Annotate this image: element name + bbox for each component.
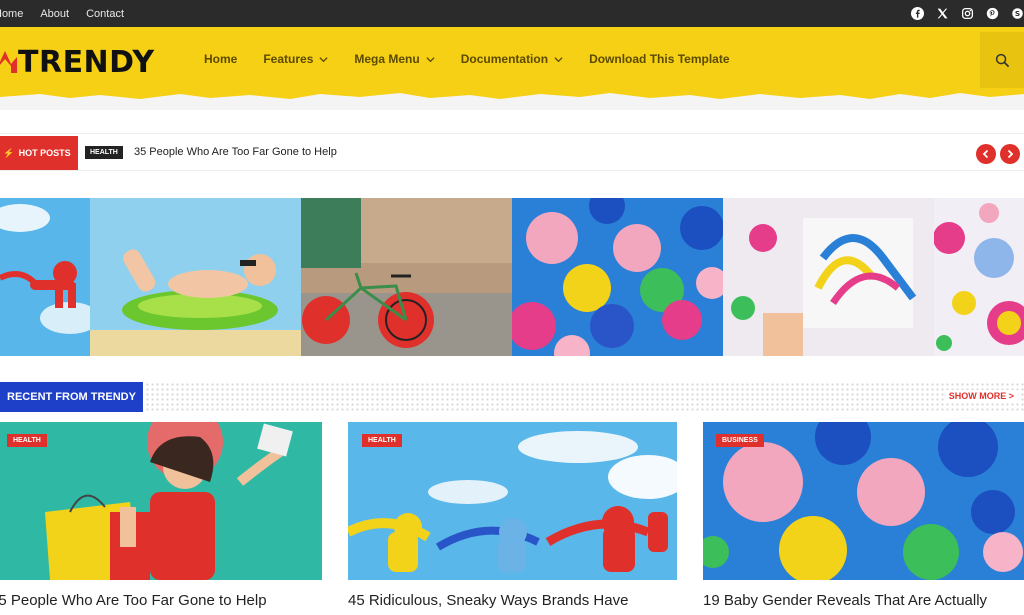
ticker-prev-button[interactable] bbox=[976, 144, 996, 164]
ticker-next-button[interactable] bbox=[1000, 144, 1020, 164]
section-divider-pattern bbox=[145, 382, 1024, 412]
nav-label: Features bbox=[263, 52, 314, 66]
card-category-badge[interactable]: HEALTH bbox=[7, 434, 47, 447]
card-category-badge[interactable]: HEALTH bbox=[362, 434, 402, 447]
card-category-badge[interactable]: BUSINESS bbox=[716, 434, 764, 447]
main-nav: Home Features Mega Menu Documentation Do… bbox=[204, 27, 756, 91]
chevron-right-icon bbox=[1007, 149, 1014, 159]
top-nav-about[interactable]: About bbox=[40, 8, 69, 20]
hot-posts-label: ⚡ HOT POSTS bbox=[0, 136, 78, 170]
ticker-category-badge[interactable]: HEALTH bbox=[85, 146, 123, 159]
slide-image-painting[interactable] bbox=[723, 198, 934, 356]
torn-edge-decoration bbox=[0, 88, 1024, 110]
skype-icon[interactable]: S bbox=[1010, 7, 1024, 21]
slide-image-umbrellas[interactable] bbox=[512, 198, 723, 356]
post-card-image[interactable] bbox=[0, 422, 322, 580]
chevron-down-icon bbox=[554, 56, 563, 62]
card-post-title[interactable]: 19 Baby Gender Reveals That Are Actually bbox=[703, 592, 987, 609]
slide-image-baby[interactable] bbox=[90, 198, 301, 356]
bolt-icon: ⚡ bbox=[3, 147, 15, 158]
instagram-icon[interactable] bbox=[960, 7, 974, 21]
slide-image-bicycle[interactable] bbox=[301, 198, 512, 356]
hot-posts-text: HOT POSTS bbox=[18, 148, 71, 158]
card-post-title[interactable]: 45 Ridiculous, Sneaky Ways Brands Have bbox=[348, 592, 628, 609]
top-nav-contact[interactable]: Contact bbox=[86, 8, 124, 20]
search-button[interactable] bbox=[980, 32, 1024, 88]
flame-logo-icon bbox=[0, 51, 17, 73]
nav-label: Download This Template bbox=[589, 52, 730, 66]
ticker-post-title[interactable]: 35 People Who Are Too Far Gone to Help bbox=[134, 146, 337, 158]
nav-item-documentation[interactable]: Documentation bbox=[461, 52, 563, 66]
pinterest-icon[interactable] bbox=[985, 7, 999, 21]
top-bar bbox=[0, 0, 1024, 27]
svg-text:S: S bbox=[1014, 9, 1019, 18]
nav-label: Home bbox=[204, 52, 238, 66]
nav-item-home[interactable]: Home bbox=[204, 52, 237, 66]
recent-section-title: RECENT FROM TRENDY bbox=[0, 382, 143, 412]
facebook-icon[interactable] bbox=[910, 7, 924, 21]
slide-image-monkeys[interactable] bbox=[0, 198, 90, 356]
x-icon[interactable] bbox=[935, 7, 949, 21]
search-icon bbox=[995, 53, 1009, 67]
nav-item-features[interactable]: Features bbox=[263, 52, 328, 66]
nav-label: Mega Menu bbox=[354, 52, 420, 66]
top-nav: Home About Contact bbox=[0, 0, 141, 27]
social-links: S bbox=[899, 0, 1024, 27]
logo-text: TRENDY bbox=[18, 44, 155, 80]
slide-image-party[interactable] bbox=[934, 198, 1024, 356]
nav-label: Documentation bbox=[460, 52, 549, 66]
chevron-down-icon bbox=[426, 56, 435, 62]
show-more-link[interactable]: SHOW MORE > bbox=[944, 390, 1018, 402]
nav-item-download-template[interactable]: Download This Template bbox=[589, 52, 729, 66]
nav-item-mega-menu[interactable]: Mega Menu bbox=[354, 52, 435, 66]
top-nav-home[interactable]: Home bbox=[0, 8, 23, 20]
card-post-title[interactable]: 35 People Who Are Too Far Gone to Help bbox=[0, 592, 267, 609]
chevron-down-icon bbox=[319, 56, 328, 62]
chevron-left-icon bbox=[982, 149, 989, 159]
featured-slider bbox=[0, 198, 1024, 356]
site-logo[interactable]: TRENDY bbox=[0, 44, 155, 80]
